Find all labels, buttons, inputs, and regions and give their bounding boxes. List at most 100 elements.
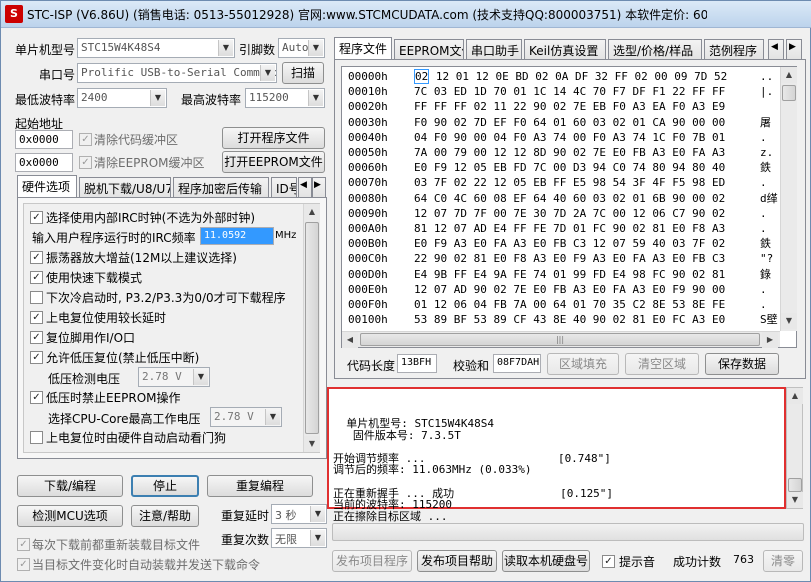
long-reset-delay-checkbox[interactable]: ✓: [30, 311, 43, 324]
max-baud-select[interactable]: 115200 ▼: [245, 88, 325, 108]
reset-count-button[interactable]: 清零: [763, 550, 803, 572]
cpu-core-voltage-select[interactable]: 2.78 V ▼: [210, 407, 282, 427]
hex-address: 000D0h: [348, 267, 388, 281]
scroll-down-icon[interactable]: ▼: [304, 436, 320, 452]
scroll-up-icon[interactable]: ▲: [781, 67, 797, 83]
scroll-right-icon[interactable]: ▶: [762, 332, 778, 348]
repeat-count-select[interactable]: 无限 ▼: [271, 528, 327, 548]
reload-file-label: 每次下载前都重新装载目标文件: [32, 538, 201, 552]
repeat-program-button[interactable]: 重复编程: [207, 475, 313, 497]
clear-eeprom-checkbox[interactable]: ✓: [79, 156, 92, 169]
hex-ascii: 錄: [760, 267, 771, 281]
download-button[interactable]: 下载/编程: [17, 475, 123, 497]
sound-checkbox[interactable]: ✓: [602, 555, 615, 568]
tab-keil-settings[interactable]: Keil仿真设置: [524, 39, 606, 59]
stop-button[interactable]: 停止: [131, 475, 199, 497]
hardware-watchdog-label: 上电复位时由硬件自动启动看门狗: [46, 431, 227, 445]
port-select[interactable]: Prolific USB-to-Serial Comm Po ▼: [77, 63, 277, 83]
tab-offline-download[interactable]: 脱机下载/U8/U7: [79, 177, 171, 197]
detect-mcu-button[interactable]: 检测MCU选项: [17, 505, 123, 527]
repeat-delay-value: 3 秒: [275, 509, 297, 522]
open-program-button[interactable]: 打开程序文件: [222, 127, 325, 149]
hex-vertical-scrollbar[interactable]: ▲ ▼: [780, 67, 797, 331]
hex-address: 00090h: [348, 206, 388, 220]
tab-hardware-options[interactable]: 硬件选项: [17, 175, 77, 197]
hex-ascii: |.: [760, 85, 774, 99]
oscillator-gain-label: 振荡器放大增益(12M以上建议选择): [46, 251, 237, 265]
left-tab-bar: 硬件选项 脱机下载/U8/U7 程序加密后传输 ID号 ◀ ▶: [17, 175, 327, 197]
tab-program-file[interactable]: 程序文件: [334, 37, 392, 59]
eeprom-address-input[interactable]: 0x0000: [15, 153, 73, 172]
checksum-value: 08F7DAH: [493, 354, 541, 373]
disable-eeprom-low-voltage-checkbox[interactable]: ✓: [30, 391, 43, 404]
tab-scroll-left-icon[interactable]: ◀: [298, 177, 312, 197]
oscillator-gain-checkbox[interactable]: ✓: [30, 251, 43, 264]
cold-start-p32-checkbox[interactable]: [30, 291, 43, 304]
tab-selection-price[interactable]: 选型/价格/样品: [608, 39, 702, 59]
scroll-thumb[interactable]: |||: [360, 333, 760, 346]
cpu-core-voltage-value: 2.78 V: [214, 410, 254, 423]
low-voltage-detect-value: 2.78 V: [142, 370, 182, 383]
repeat-delay-select[interactable]: 3 秒 ▼: [271, 504, 327, 524]
low-voltage-reset-checkbox[interactable]: ✓: [30, 351, 43, 364]
scroll-left-icon[interactable]: ◀: [342, 332, 358, 348]
repeat-delay-label: 重复延时: [221, 509, 270, 523]
save-data-button[interactable]: 保存数据: [705, 353, 779, 375]
hex-bytes: 12 07 AD 90 02 7E E0 FB A3 E0 FA A3 E0 F…: [414, 282, 726, 296]
publish-help-button[interactable]: 发布项目帮助: [417, 550, 497, 572]
scroll-up-icon[interactable]: ▲: [787, 388, 803, 404]
scroll-down-icon[interactable]: ▼: [781, 313, 797, 329]
tab-encrypted-transfer[interactable]: 程序加密后传输: [173, 177, 269, 197]
tab-id-number[interactable]: ID号: [271, 177, 297, 197]
chevron-down-icon: ▼: [150, 90, 165, 106]
clear-code-checkbox[interactable]: ✓: [79, 133, 92, 146]
tab-scroll-right-icon[interactable]: ▶: [312, 177, 326, 197]
hex-bytes: 81 12 07 AD E4 FF FE 7D 01 FC 90 02 81 E…: [414, 222, 726, 235]
hardware-watchdog-checkbox[interactable]: [30, 431, 43, 444]
fill-area-button[interactable]: 区域填充: [547, 353, 619, 375]
internal-irc-checkbox[interactable]: ✓: [30, 211, 43, 224]
code-address-input[interactable]: 0x0000: [15, 130, 73, 149]
read-disk-button[interactable]: 读取本机硬盘号: [502, 550, 590, 572]
publish-project-button[interactable]: 发布项目程序: [332, 550, 412, 572]
scroll-thumb[interactable]: [305, 222, 319, 434]
hex-bytes: 7C 03 ED 1D 70 01 1C 14 4C 70 F7 DF F1 2…: [414, 85, 726, 99]
irc-frequency-combo[interactable]: 11.0592: [200, 227, 274, 245]
scan-button[interactable]: 扫描: [282, 62, 324, 84]
hex-ascii: z.: [760, 146, 774, 159]
scroll-thumb[interactable]: [782, 85, 796, 101]
reload-file-checkbox[interactable]: ✓: [17, 538, 30, 551]
fast-download-checkbox[interactable]: ✓: [30, 271, 43, 284]
mcu-type-select[interactable]: STC15W4K48S4 ▼: [77, 38, 235, 58]
scroll-down-icon[interactable]: ▼: [787, 492, 803, 508]
program-file-panel: 00000h 02 12 01 12 0E BD 02 0A DF 32 FF 0…: [334, 59, 806, 379]
hex-editor[interactable]: 00000h 02 12 01 12 0E BD 02 0A DF 32 FF 0…: [341, 66, 797, 348]
hex-bytes: 53 89 BF 53 89 CF 43 8E 40 90 02 81 E0 F…: [414, 313, 726, 327]
hex-address: 000E0h: [348, 282, 388, 296]
pin-count-select[interactable]: Auto ▼: [278, 38, 325, 58]
hex-horizontal-scrollbar[interactable]: ◀ ||| ▶: [342, 331, 780, 348]
open-eeprom-button[interactable]: 打开EEPROM文件: [222, 151, 325, 173]
auto-send-checkbox[interactable]: ✓: [17, 558, 30, 571]
reset-pin-io-label: 复位脚用作I/O口: [46, 331, 136, 345]
hex-bytes: 01 12 06 04 FB 7A 00 64 01 70 35 C2 8E 5…: [414, 298, 726, 311]
log-scrollbar[interactable]: ▲ ▼: [786, 387, 803, 509]
help-button[interactable]: 注意/帮助: [131, 505, 199, 527]
mcu-type-value: STC15W4K48S4: [81, 41, 161, 54]
options-scrollbar[interactable]: ▲ ▼: [303, 204, 320, 452]
clear-area-button[interactable]: 清空区域: [625, 353, 699, 375]
scroll-up-icon[interactable]: ▲: [304, 204, 320, 220]
low-voltage-detect-select[interactable]: 2.78 V ▼: [138, 367, 210, 387]
low-voltage-detect-label: 低压检测电压: [48, 372, 121, 386]
min-baud-select[interactable]: 2400 ▼: [77, 88, 167, 108]
hex-ascii: d缂: [760, 191, 778, 205]
reset-pin-io-checkbox[interactable]: ✓: [30, 331, 43, 344]
tab-example-programs[interactable]: 范例程序: [704, 39, 764, 59]
code-length-value: 13BFH: [397, 354, 437, 373]
scroll-thumb[interactable]: [788, 478, 802, 492]
port-label: 串口号: [39, 68, 76, 82]
tab-scroll-left-icon[interactable]: ◀: [768, 39, 784, 59]
tab-eeprom-file[interactable]: EEPROM文件: [394, 39, 464, 59]
tab-serial-assistant[interactable]: 串口助手: [466, 39, 522, 59]
tab-scroll-right-icon[interactable]: ▶: [786, 39, 802, 59]
